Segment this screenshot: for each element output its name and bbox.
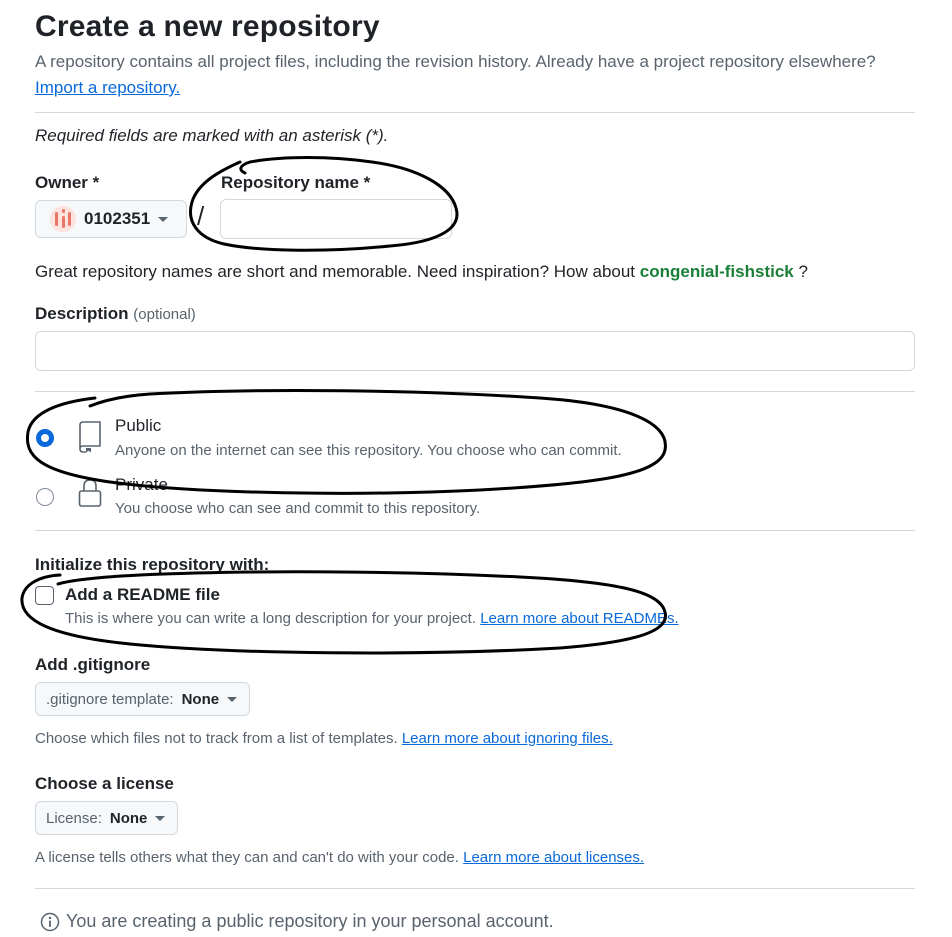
private-option-title: Private xyxy=(115,475,168,494)
public-option-title: Public xyxy=(115,416,162,435)
add-readme-checkbox[interactable] xyxy=(35,586,54,605)
avatar xyxy=(50,206,76,232)
owner-label: Owner * xyxy=(35,173,100,192)
suggested-name[interactable]: congenial-fishstick xyxy=(640,262,794,281)
license-select[interactable]: License: None xyxy=(35,801,179,835)
learn-more-readme-link[interactable]: Learn more about READMEs. xyxy=(480,610,678,627)
gitignore-note: Choose which files not to track from a l… xyxy=(35,730,613,747)
owner-repo-separator: / xyxy=(197,201,205,231)
repository-name-input[interactable] xyxy=(220,199,452,239)
learn-more-licenses-link[interactable]: Learn more about licenses. xyxy=(463,849,644,866)
public-radio[interactable] xyxy=(36,429,54,447)
private-option-description: You choose who can see and commit to thi… xyxy=(115,500,481,517)
description-label: Description (optional) xyxy=(35,304,196,324)
owner-name: 0102351 xyxy=(84,209,151,228)
chevron-down-icon xyxy=(227,696,238,702)
readme-description: This is where you can write a long descr… xyxy=(65,610,679,627)
import-repository-link[interactable]: Import a repository. xyxy=(35,78,180,98)
license-heading: Choose a license xyxy=(35,774,174,793)
readme-description-text: This is where you can write a long descr… xyxy=(65,610,477,627)
chevron-down-icon xyxy=(158,216,169,222)
divider xyxy=(35,888,915,889)
gitignore-select-prefix: .gitignore template: xyxy=(46,690,174,708)
public-option-description: Anyone on the internet can see this repo… xyxy=(115,442,622,459)
public-repo-info: You are creating a public repository in … xyxy=(40,911,554,932)
hint-text: Great repository names are short and mem… xyxy=(35,262,636,281)
chevron-down-icon xyxy=(155,815,166,821)
gitignore-template-select[interactable]: .gitignore template: None xyxy=(35,682,251,716)
gitignore-heading: Add .gitignore xyxy=(35,655,151,674)
initialize-heading: Initialize this repository with: xyxy=(35,555,270,574)
hint-suffix: ? xyxy=(793,262,808,281)
description-input[interactable] xyxy=(35,331,915,371)
public-repo-info-text: You are creating a public repository in … xyxy=(66,911,554,931)
divider xyxy=(35,391,915,392)
learn-more-ignoring-link[interactable]: Learn more about ignoring files. xyxy=(402,730,613,747)
page-title: Create a new repository xyxy=(35,10,380,43)
repo-icon xyxy=(79,421,101,453)
gitignore-select-value: None xyxy=(181,690,220,708)
divider xyxy=(35,112,915,113)
description-label-text: Description xyxy=(35,304,129,323)
name-suggestion-hint: Great repository names are short and mem… xyxy=(35,262,808,282)
add-readme-label: Add a README file xyxy=(65,585,220,604)
optional-tag: (optional) xyxy=(133,306,196,323)
private-radio[interactable] xyxy=(36,488,54,506)
info-icon xyxy=(40,912,60,931)
divider xyxy=(35,530,915,531)
license-select-prefix: License: xyxy=(46,809,102,827)
license-select-value: None xyxy=(109,809,148,827)
gitignore-note-text: Choose which files not to track from a l… xyxy=(35,730,398,747)
repository-name-label: Repository name * xyxy=(221,173,371,192)
owner-select[interactable]: 0102351 xyxy=(35,200,187,238)
required-fields-note: Required fields are marked with an aster… xyxy=(35,126,389,145)
license-note-text: A license tells others what they can and… xyxy=(35,849,459,866)
license-note: A license tells others what they can and… xyxy=(35,849,644,866)
lock-icon xyxy=(78,479,102,507)
page-subtitle: A repository contains all project files,… xyxy=(35,52,876,71)
